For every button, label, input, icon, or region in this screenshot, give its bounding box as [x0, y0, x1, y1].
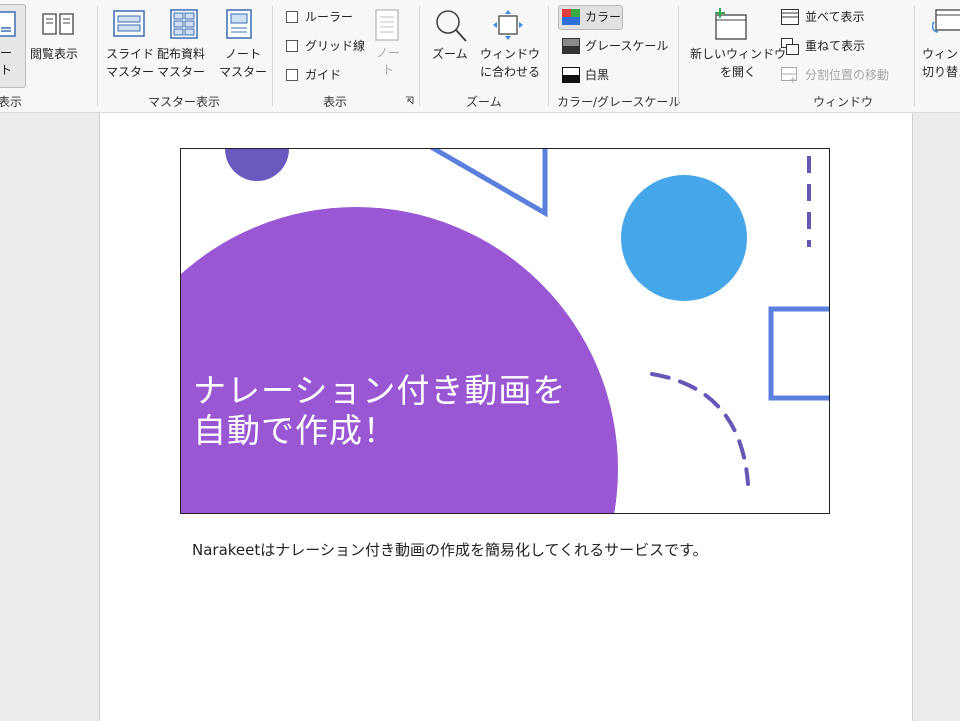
zoom-icon [436, 10, 467, 42]
dashed-arc [650, 372, 750, 486]
gridlines-label: グリッド線 [305, 39, 366, 53]
guides-checkbox[interactable] [286, 69, 298, 81]
slide-thumbnail[interactable]: ナレーション付き動画を 自動で作成！ [180, 148, 830, 514]
notes-text[interactable]: Narakeetはナレーション付き動画の作成を簡易化してくれるサービスです。 [192, 539, 708, 560]
separator [914, 6, 915, 106]
large-purple-circle [181, 207, 618, 513]
grayscale-icon [562, 38, 580, 54]
new-window-button[interactable]: 新しいウィンドウ を開く [690, 45, 786, 81]
grayscale-button[interactable]: グレースケール [585, 37, 668, 55]
cascade-icon [781, 38, 799, 55]
switch-windows-icon [932, 9, 960, 33]
small-indigo-circle [225, 149, 289, 181]
cascade-button[interactable]: 重ねて表示 [805, 37, 865, 55]
separator [548, 6, 549, 106]
arrange-all-button[interactable]: 並べて表示 [805, 8, 865, 26]
ruler-label: ルーラー [305, 10, 354, 24]
separator [678, 6, 679, 106]
window-group-label: ウィンドウ [813, 95, 874, 109]
blue-circle [621, 175, 747, 301]
arrange-all-icon [781, 9, 799, 25]
reading-view-icon [42, 13, 74, 35]
fit-to-window-icon [493, 10, 523, 40]
zoom-group-label: ズーム [466, 95, 502, 109]
handout-master-icon [170, 9, 198, 39]
show-group-label: 表示 [323, 95, 348, 109]
blue-triangle-outline [429, 149, 548, 218]
new-window-icon [715, 8, 747, 40]
color-label: カラー [585, 10, 622, 24]
ruler-checkbox[interactable] [286, 11, 298, 23]
slide-graphics [181, 149, 829, 513]
notes-page-icon [0, 11, 16, 37]
black-white-button[interactable]: 白黒 [585, 66, 609, 84]
separator [97, 6, 98, 106]
gridlines-checkbox[interactable] [286, 40, 298, 52]
move-split-icon [781, 67, 797, 83]
separator [272, 6, 273, 106]
blue-square-outline [768, 306, 829, 401]
slide-master-icon [113, 10, 145, 37]
black-white-icon [562, 67, 580, 83]
notes-page-label: ー ト [0, 46, 13, 77]
notes-button[interactable]: ノー ト [376, 45, 400, 79]
notes-master-icon [226, 9, 252, 39]
master-views-group-label: マスター表示 [148, 95, 221, 109]
guides-label: ガイド [305, 68, 342, 82]
separator [419, 6, 420, 106]
fit-to-window-button[interactable]: ウィンドウ に合わせる [480, 45, 540, 81]
slide-master-button[interactable]: スライド マスター [106, 45, 154, 81]
color-grayscale-group-label: カラー/グレースケール [557, 95, 681, 109]
reading-view-button[interactable]: 閲覧表示 [30, 45, 78, 63]
notes-master-button[interactable]: ノート マスター [219, 45, 267, 81]
zoom-button[interactable]: ズーム [432, 45, 468, 63]
slide-title: ナレーション付き動画を 自動で作成！ [193, 371, 567, 450]
move-split-button[interactable]: 分割位置の移動 [805, 66, 889, 84]
presentation-views-group-label: 表示 [0, 95, 23, 109]
dialog-launcher-icon[interactable] [405, 96, 414, 105]
switch-windows-button[interactable]: ウィンド 切り替え [922, 45, 960, 81]
notes-icon [375, 9, 399, 41]
view-ribbon: ー ト 閲覧表示 表示 スライド マスター 配布資料 マスター ノート マスター… [0, 0, 960, 113]
color-icon [562, 9, 580, 25]
handout-master-button[interactable]: 配布資料 マスター [157, 45, 205, 81]
